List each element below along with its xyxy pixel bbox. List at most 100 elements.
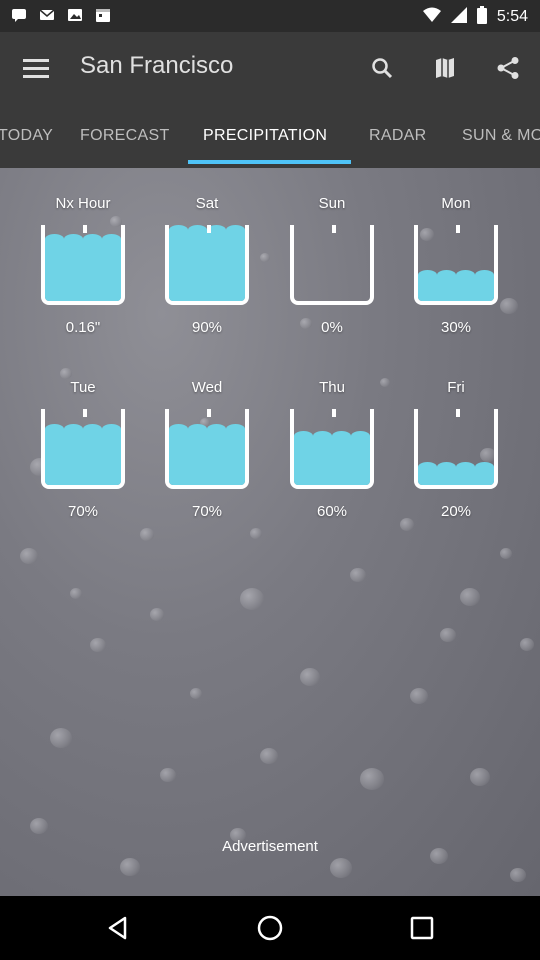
raindrop [330, 858, 352, 878]
precip-value: 30% [440, 319, 472, 336]
location-title[interactable]: San Francisco [80, 52, 233, 80]
mail-icon [38, 6, 56, 24]
wifi-icon [422, 7, 441, 27]
raindrop [90, 638, 106, 653]
raindrop [260, 748, 278, 765]
share-button[interactable] [490, 50, 526, 86]
water-fill [169, 424, 245, 485]
tab-today[interactable]: TODAY [0, 104, 53, 168]
precip-period-label: Thu [319, 379, 345, 396]
water-cup-icon [414, 409, 498, 489]
raindrop [350, 568, 366, 583]
menu-button[interactable] [16, 52, 56, 84]
water-cup-icon [165, 225, 249, 305]
back-icon [108, 916, 127, 940]
precip-period-label: Wed [191, 379, 223, 396]
precip-cell-fri: Fri 20% [396, 377, 516, 523]
water-fill [418, 270, 494, 301]
raindrop [500, 548, 512, 559]
recents-icon [410, 916, 434, 940]
raindrop [160, 768, 176, 783]
raindrop [140, 528, 154, 541]
water-cup-icon [165, 409, 249, 489]
precip-cell-sun: Sun 0% [272, 193, 392, 339]
water-fill [294, 431, 370, 485]
water-cup-icon [290, 225, 374, 305]
calendar-icon [94, 6, 112, 24]
precip-value: 0% [321, 319, 343, 336]
water-wave [294, 431, 370, 441]
precip-period-label: Fri [447, 379, 465, 396]
tab-forecast[interactable]: FORECAST [80, 104, 170, 168]
precip-value: 0.16" [65, 319, 101, 336]
precip-value: 20% [440, 503, 472, 520]
raindrop [240, 588, 264, 610]
precip-cell-tue: Tue 70% [23, 377, 143, 523]
raindrop [50, 728, 72, 748]
water-wave [169, 424, 245, 434]
raindrop [70, 588, 82, 599]
precip-cell-thu: Thu 60% [272, 377, 392, 523]
notification-icons [10, 6, 112, 24]
precip-period-label: Mon [441, 195, 471, 212]
raindrop [300, 668, 320, 686]
raindrop [470, 768, 490, 786]
signal-icon [450, 7, 467, 27]
precip-cell-wed: Wed 70% [147, 377, 267, 523]
precip-period-label: Tue [70, 379, 96, 396]
water-wave [169, 225, 245, 235]
gallery-icon [66, 6, 84, 24]
battery-icon [476, 6, 487, 28]
water-cup-icon [41, 225, 125, 305]
precip-cell-mon: Mon 30% [396, 193, 516, 339]
recents-button[interactable] [404, 910, 440, 946]
water-fill [45, 424, 121, 485]
raindrop [120, 858, 140, 876]
raindrop [150, 608, 164, 621]
share-icon [497, 57, 519, 79]
precip-value: 70% [67, 503, 99, 520]
water-wave [418, 462, 494, 472]
raindrop [30, 818, 48, 835]
system-nav-bar [0, 896, 540, 960]
raindrop [190, 688, 202, 699]
tab-radar[interactable]: RADAR [369, 104, 427, 168]
precip-value: 70% [191, 503, 223, 520]
raindrop [410, 688, 428, 705]
active-tab-indicator [188, 160, 351, 164]
tab-sun-and-moon[interactable]: SUN & MOON [462, 104, 540, 168]
raindrop [250, 528, 262, 539]
precip-cell-sat: Sat 90% [147, 193, 267, 339]
raindrop [440, 628, 456, 643]
water-fill [418, 462, 494, 485]
precip-value: 60% [316, 503, 348, 520]
water-cup-icon [41, 409, 125, 489]
tab-precipitation[interactable]: PRECIPITATION [203, 104, 327, 168]
water-fill [45, 234, 121, 301]
message-icon [10, 6, 28, 24]
raindrop [520, 638, 534, 651]
precip-period-label: Sat [195, 195, 219, 212]
home-button[interactable] [252, 910, 288, 946]
raindrop [460, 588, 480, 606]
home-icon [257, 915, 283, 941]
raindrop [510, 868, 526, 883]
precip-cell-next-hour: Nx Hour 0.16" [23, 193, 143, 339]
status-bar: 5:54 [0, 0, 540, 32]
menu-icon [23, 59, 49, 78]
precip-value: 90% [191, 319, 223, 336]
back-button[interactable] [100, 910, 136, 946]
map-button[interactable] [427, 50, 463, 86]
tab-bar: TODAY FORECAST PRECIPITATION RADAR SUN &… [0, 104, 540, 168]
precip-period-label: Nx Hour [55, 195, 111, 212]
water-wave [418, 270, 494, 280]
water-fill [169, 225, 245, 301]
raindrop [360, 768, 384, 790]
water-wave [45, 234, 121, 244]
precip-period-label: Sun [318, 195, 346, 212]
app-bar: San Francisco [0, 32, 540, 104]
precipitation-panel: Nx Hour 0.16" Sat 90% Sun 0% Mon 30% Tue… [0, 168, 540, 896]
water-wave [45, 424, 121, 434]
water-cup-icon [414, 225, 498, 305]
search-button[interactable] [364, 50, 400, 86]
